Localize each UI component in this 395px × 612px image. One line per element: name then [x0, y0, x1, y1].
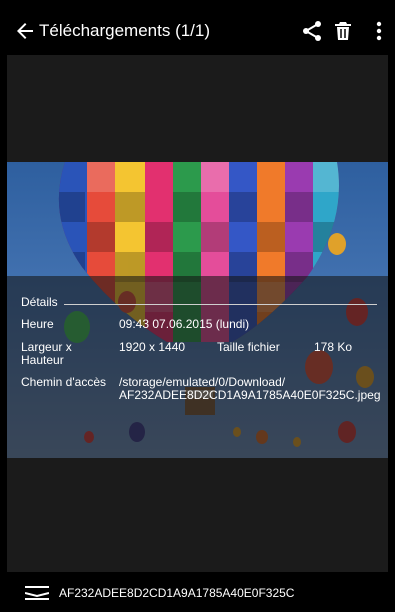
page-title: Téléchargements (1/1)	[39, 21, 211, 40]
path-label: Chemin d'accès	[21, 375, 106, 389]
path-value-line2: AF232ADEE8D2CD1A9A1785A40E0F325C.jpeg	[119, 388, 381, 402]
file-name: AF232ADEE8D2CD1A9A1785A40E0F325C	[59, 586, 295, 600]
time-value: 09:43 07.06.2015 (lundi)	[119, 317, 250, 331]
menu-lines-icon[interactable]	[25, 585, 49, 601]
bottom-bar: AF232ADEE8D2CD1A9A1785A40E0F325C	[7, 572, 388, 612]
file-size-value: 178 Ko	[314, 340, 353, 354]
share-icon[interactable]	[300, 19, 324, 43]
dimensions-label-line2: Hauteur	[21, 353, 64, 367]
trash-icon[interactable]	[331, 19, 355, 43]
app-bar: Téléchargements (1/1)	[7, 8, 388, 55]
details-panel: Détails Heure 09:43 07.06.2015 (lundi) L…	[7, 276, 388, 458]
more-vert-icon[interactable]	[367, 19, 391, 43]
back-arrow-icon[interactable]	[13, 19, 37, 43]
details-divider	[64, 304, 377, 305]
details-title: Détails	[21, 295, 58, 309]
time-label: Heure	[21, 317, 54, 331]
file-size-label: Taille fichier	[217, 340, 280, 354]
dimensions-value: 1920 x 1440	[119, 340, 186, 354]
